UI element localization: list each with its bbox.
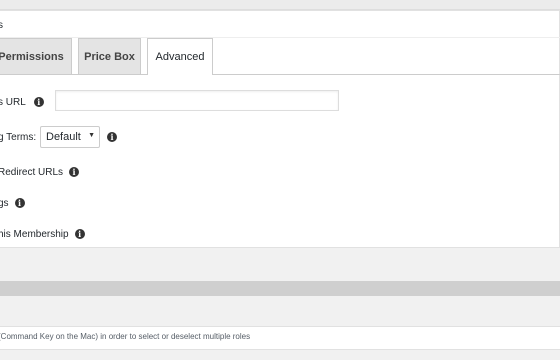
info-icon[interactable]: i	[107, 132, 117, 142]
info-icon[interactable]: i	[74, 229, 85, 239]
roles-help-box: (Command Key on the Mac) in order to sel…	[0, 326, 560, 350]
tab-permissions[interactable]: Permissions	[0, 38, 72, 74]
tab-advanced[interactable]: Advanced	[147, 38, 213, 75]
info-icon[interactable]: i	[33, 97, 44, 107]
metabox-title: s	[0, 20, 3, 31]
metabox-header[interactable]: s	[0, 11, 560, 38]
roles-help-text: (Command Key on the Mac) in order to sel…	[0, 332, 251, 341]
membership-label: his Membership	[0, 228, 69, 240]
terms-row: g Terms:	[0, 127, 36, 147]
terms-label: g Terms:	[0, 131, 37, 143]
url-row: s URL i	[0, 92, 44, 112]
redirect-urls-row: Redirect URLs i	[0, 162, 80, 182]
terms-select-value: Default	[46, 131, 81, 143]
tab-price-box[interactable]: Price Box	[78, 38, 141, 74]
tags-row: gs i	[0, 193, 25, 213]
membership-row: his Membership i	[0, 224, 85, 244]
terms-select[interactable]: Default ▼	[40, 126, 100, 148]
options-tabs: Permissions Price Box Advanced	[0, 38, 560, 75]
url-label: s URL	[0, 96, 26, 108]
top-strip	[0, 0, 560, 10]
tab-divider	[0, 74, 560, 75]
redirect-urls-label: Redirect URLs	[0, 166, 64, 178]
tags-label: gs	[0, 197, 9, 209]
info-icon[interactable]: i	[14, 198, 25, 208]
info-icon[interactable]: i	[69, 167, 80, 177]
section-header-bar	[0, 281, 560, 296]
dropdown-caret-icon: ▼	[88, 132, 95, 139]
url-input[interactable]	[55, 90, 339, 111]
